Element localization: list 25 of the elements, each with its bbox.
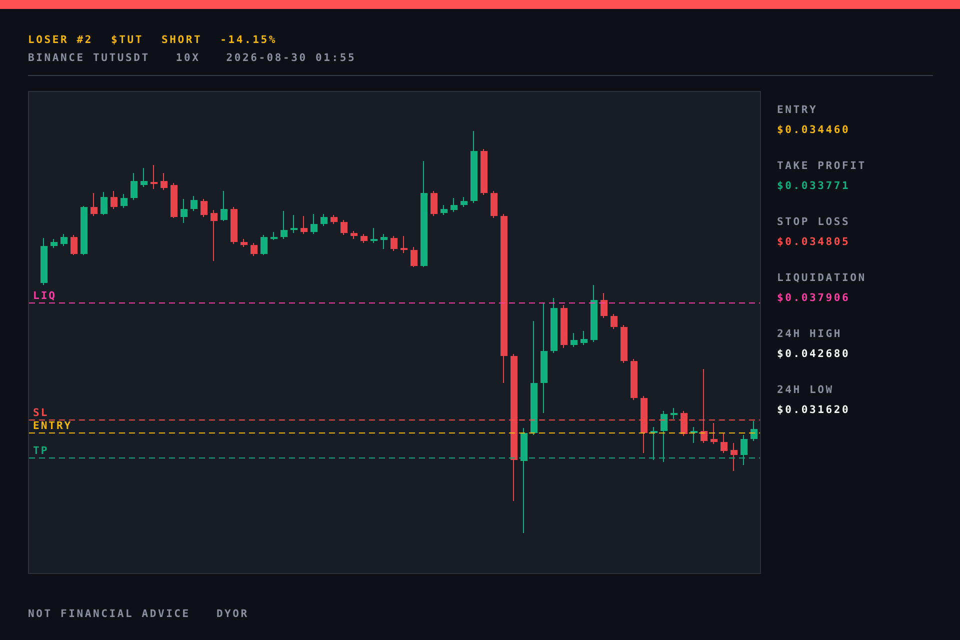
disclaimer-text: DYOR (216, 607, 249, 622)
title-text: -14.15% (220, 33, 277, 48)
stat-label: 24H HIGH (777, 327, 843, 341)
stat-value: $0.031620 (777, 403, 852, 417)
level-label: LIQ (33, 290, 56, 302)
stat-label: 24H LOW (777, 383, 835, 397)
stat-label: TAKE PROFIT (777, 159, 866, 173)
title-text: $TUT (110, 33, 144, 48)
stat-label: STOP LOSS (777, 215, 852, 229)
subtitle-text: 10X (176, 51, 200, 66)
stat-label: ENTRY (777, 103, 819, 117)
stat-value: $0.034460 (777, 123, 852, 137)
disclaimer-text: NOT FINANCIAL ADVICE (28, 607, 190, 622)
stat-label: LIQUIDATION (777, 271, 866, 285)
title-text: SHORT (161, 33, 202, 48)
level-label: ENTRY (33, 420, 72, 432)
subtitle-text: 2026-08-30 01:55 (226, 51, 356, 66)
subtitle-text: BINANCE TUTUSDT (28, 51, 150, 66)
level-label: TP (33, 445, 49, 457)
stat-value: $0.042680 (777, 347, 852, 361)
stat-value: $0.037906 (777, 291, 852, 305)
title-text: LOSER #2 (28, 33, 93, 48)
stat-value: $0.033771 (777, 179, 852, 193)
stat-value: $0.034805 (777, 235, 852, 249)
level-label: SL (33, 407, 49, 419)
